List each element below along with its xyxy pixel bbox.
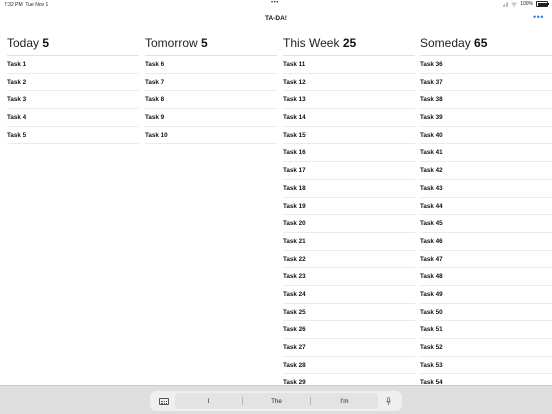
task-row[interactable]: Task 36 [420,56,552,74]
task-row[interactable]: Task 16 [283,144,415,163]
task-row[interactable]: Task 22 [283,251,415,269]
suggestion-3[interactable]: I'm [311,398,378,405]
column-count: 65 [474,36,488,50]
column-count: 5 [201,36,208,50]
signal-icon [502,2,509,7]
task-row[interactable]: Task 51 [420,321,552,339]
column-header-today[interactable]: Today 5 [7,28,139,56]
column-this-week: This Week 25 Task 11 Task 12 Task 13 Task 1… [283,28,415,393]
task-row[interactable]: Task 18 [283,180,415,198]
column-tomorrow: Tomorrow 5 Task 6 Task 7 Task 8 Task 9 Task … [145,28,277,145]
task-row[interactable]: Task 44 [420,198,552,216]
task-list-today: Task 1 Task 2 Task 3 Task 4 Task 5 [7,56,139,145]
task-row[interactable]: Task 50 [420,304,552,322]
wifi-icon [511,1,517,7]
task-row[interactable]: Task 10 [145,127,277,145]
task-row[interactable]: Task 14 [283,109,415,127]
task-row[interactable]: Task 40 [420,127,552,145]
column-title: This Week [283,36,340,50]
keyboard-icon[interactable] [159,398,169,405]
task-row[interactable]: Task 9 [145,109,277,127]
task-row[interactable]: Task 19 [283,198,415,216]
task-row[interactable]: Task 8 [145,91,277,110]
suggestion-2[interactable]: The [243,398,310,405]
task-row[interactable]: Task 42 [420,162,552,180]
status-time: 7:32 PM Tue Nov 1 [4,2,49,8]
task-row[interactable]: Task 39 [420,109,552,127]
battery-percent: 100% [520,1,533,7]
task-row[interactable]: Task 49 [420,286,552,304]
predictive-text-bar: I The I'm [175,393,378,409]
task-row[interactable]: Task 24 [283,286,415,304]
app-title: TA-DA! [265,15,287,22]
column-header-someday[interactable]: Someday 65 [420,28,552,56]
task-row[interactable]: Task 43 [420,180,552,198]
status-indicators: 100% [502,1,549,7]
task-list-tomorrow: Task 6 Task 7 Task 8 Task 9 Task 10 [145,56,277,145]
microphone-icon[interactable] [386,397,391,406]
battery-icon [536,1,549,7]
column-title: Today [7,36,40,50]
task-row[interactable]: Task 41 [420,144,552,163]
task-row[interactable]: Task 2 [7,74,139,92]
task-row[interactable]: Task 47 [420,251,552,269]
task-list-this-week: Task 11 Task 12 Task 13 Task 14 Task 15 Task … [283,56,415,393]
task-row[interactable]: Task 45 [420,215,552,233]
keyboard-toolbar: I The I'm [150,391,402,411]
task-row[interactable]: Task 12 [283,74,415,92]
task-row[interactable]: Task 27 [283,339,415,357]
column-header-this-week[interactable]: This Week 25 [283,28,415,56]
column-someday: Someday 65 Task 36 Task 37 Task 38 Task 39 T… [420,28,552,393]
column-count: 25 [342,36,357,50]
column-title: Someday [420,36,471,50]
nav-bar: TA-DA! ••• [0,10,552,27]
task-row[interactable]: Task 4 [7,109,139,127]
task-list-someday: Task 36 Task 37 Task 38 Task 39 Task 40 Task … [420,56,552,393]
task-row[interactable]: Task 6 [145,56,277,74]
task-row[interactable]: Task 48 [420,268,552,286]
task-row[interactable]: Task 15 [283,127,415,145]
task-row[interactable]: Task 21 [283,233,415,251]
column-title: Tomorrow [145,36,198,50]
suggestion-1[interactable]: I [175,398,242,405]
task-row[interactable]: Task 46 [420,233,552,251]
keyboard-shortcut-bar: I The I'm [0,385,552,414]
column-count: 5 [42,36,50,50]
task-row[interactable]: Task 7 [145,74,277,92]
task-row[interactable]: Task 17 [283,162,415,180]
multitasking-dots[interactable]: ••• [271,0,279,6]
task-row[interactable]: Task 28 [283,357,415,375]
task-row[interactable]: Task 5 [7,127,139,145]
status-bar: 7:32 PM Tue Nov 1 ••• 100% [0,0,552,10]
task-row[interactable]: Task 53 [420,357,552,375]
task-row[interactable]: Task 26 [283,321,415,339]
column-today: Today 5 Task 1 Task 2 Task 3 Task 4 Task 5 [7,28,139,145]
task-row[interactable]: Task 1 [7,56,139,74]
task-row[interactable]: Task 20 [283,215,415,233]
column-header-tomorrow[interactable]: Tomorrow 5 [145,28,277,56]
task-row[interactable]: Task 13 [283,91,415,110]
task-row[interactable]: Task 3 [7,91,139,110]
more-options-button[interactable]: ••• [533,13,544,22]
task-row[interactable]: Task 52 [420,339,552,357]
task-row[interactable]: Task 25 [283,304,415,322]
task-row[interactable]: Task 37 [420,74,552,92]
task-row[interactable]: Task 11 [283,56,415,74]
task-row[interactable]: Task 38 [420,91,552,110]
task-row[interactable]: Task 23 [283,268,415,286]
